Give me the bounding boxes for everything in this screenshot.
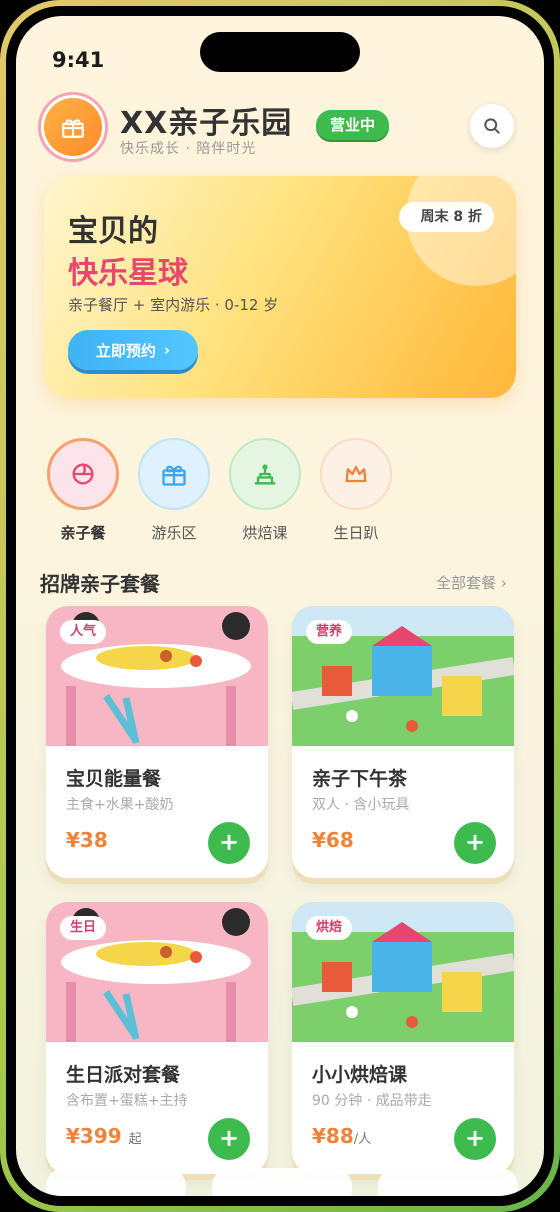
product-price: ¥88/人 [312, 1124, 372, 1148]
status-time: 9:41 [52, 48, 105, 72]
add-to-cart-button[interactable]: + [208, 1118, 250, 1160]
status-badge: 营业中 [316, 110, 390, 140]
product-desc: 含布置+蛋糕+主持 [66, 1093, 188, 1109]
category-baking[interactable]: 烘焙课 [228, 438, 302, 543]
category-label: 生日趴 [333, 524, 379, 542]
discount-tag: 周末 8 折 [398, 202, 494, 232]
gift-icon [138, 438, 210, 510]
product-desc: 90 分钟 · 成品带走 [312, 1093, 432, 1109]
product-card[interactable]: 人气 宝贝能量餐 主食+水果+酸奶 ¥38 + [46, 606, 268, 878]
product-price: ¥38 [66, 828, 108, 852]
phone-frame: 9:41 XX亲子乐园 快乐成长 · 陪伴时光 营业中 宝贝的 快乐星球 亲子餐… [0, 0, 560, 1212]
section-title: 招牌亲子套餐 [40, 572, 160, 596]
phone-bezel: 9:41 XX亲子乐园 快乐成长 · 陪伴时光 营业中 宝贝的 快乐星球 亲子餐… [6, 6, 554, 1206]
view-all-link[interactable]: 全部套餐 › [436, 572, 507, 593]
dynamic-island [200, 32, 360, 72]
product-tag: 生日 [60, 916, 107, 940]
product-price: ¥68 [312, 828, 354, 852]
chevron-right-icon: › [163, 341, 171, 359]
gift-icon [44, 98, 102, 156]
search-icon [484, 118, 500, 134]
product-tag: 营养 [306, 620, 353, 644]
app-title: XX亲子乐园 [120, 106, 293, 141]
product-name: 宝贝能量餐 [66, 768, 162, 790]
app-logo [38, 92, 108, 162]
app-subtitle: 快乐成长 · 陪伴时光 [120, 141, 257, 157]
add-to-cart-button[interactable]: + [208, 822, 250, 864]
product-card[interactable]: 营养 亲子下午茶 双人 · 含小玩具 ¥68 + [292, 606, 514, 878]
bowl-icon [47, 438, 119, 510]
banner-title-line2: 快乐星球 [68, 256, 188, 291]
bottom-card-peek [46, 1168, 186, 1196]
product-card[interactable]: 生日 生日派对套餐 含布置+蛋糕+主持 ¥399 起 + [46, 902, 268, 1174]
category-label: 游乐区 [151, 524, 197, 542]
product-name: 小小烘焙课 [312, 1064, 408, 1086]
category-label: 亲子餐 [60, 524, 106, 542]
product-name: 亲子下午茶 [312, 768, 408, 790]
add-to-cart-button[interactable]: + [454, 1118, 496, 1160]
promo-banner[interactable]: 宝贝的 快乐星球 亲子餐厅 + 室内游乐 · 0-12 岁 立即预约 › 周末 … [44, 176, 516, 398]
bottom-card-peek [212, 1168, 352, 1196]
product-card[interactable]: 烘焙 小小烘焙课 90 分钟 · 成品带走 ¥88/人 + [292, 902, 514, 1174]
crown-icon [320, 438, 392, 510]
product-name: 生日派对套餐 [66, 1064, 181, 1086]
screen: 9:41 XX亲子乐园 快乐成长 · 陪伴时光 营业中 宝贝的 快乐星球 亲子餐… [16, 16, 544, 1196]
product-tag: 烘焙 [306, 916, 353, 940]
banner-title-line1: 宝贝的 [68, 214, 158, 249]
product-desc: 主食+水果+酸奶 [66, 797, 174, 813]
product-tag: 人气 [60, 620, 107, 644]
book-now-button[interactable]: 立即预约 › [68, 330, 198, 370]
category-dining[interactable]: 亲子餐 [46, 438, 120, 543]
cake-icon [229, 438, 301, 510]
bottom-card-peek [378, 1168, 518, 1196]
price-unit: 起 [128, 1132, 142, 1147]
category-label: 烘焙课 [242, 524, 288, 542]
banner-description: 亲子餐厅 + 室内游乐 · 0-12 岁 [68, 296, 279, 314]
price-unit: /人 [353, 1132, 372, 1147]
product-price: ¥399 起 [66, 1124, 142, 1148]
category-play-area[interactable]: 游乐区 [137, 438, 211, 543]
product-desc: 双人 · 含小玩具 [312, 797, 410, 813]
book-now-label: 立即预约 [95, 341, 156, 360]
search-button[interactable] [470, 104, 514, 148]
category-birthday[interactable]: 生日趴 [319, 438, 393, 543]
add-to-cart-button[interactable]: + [454, 822, 496, 864]
